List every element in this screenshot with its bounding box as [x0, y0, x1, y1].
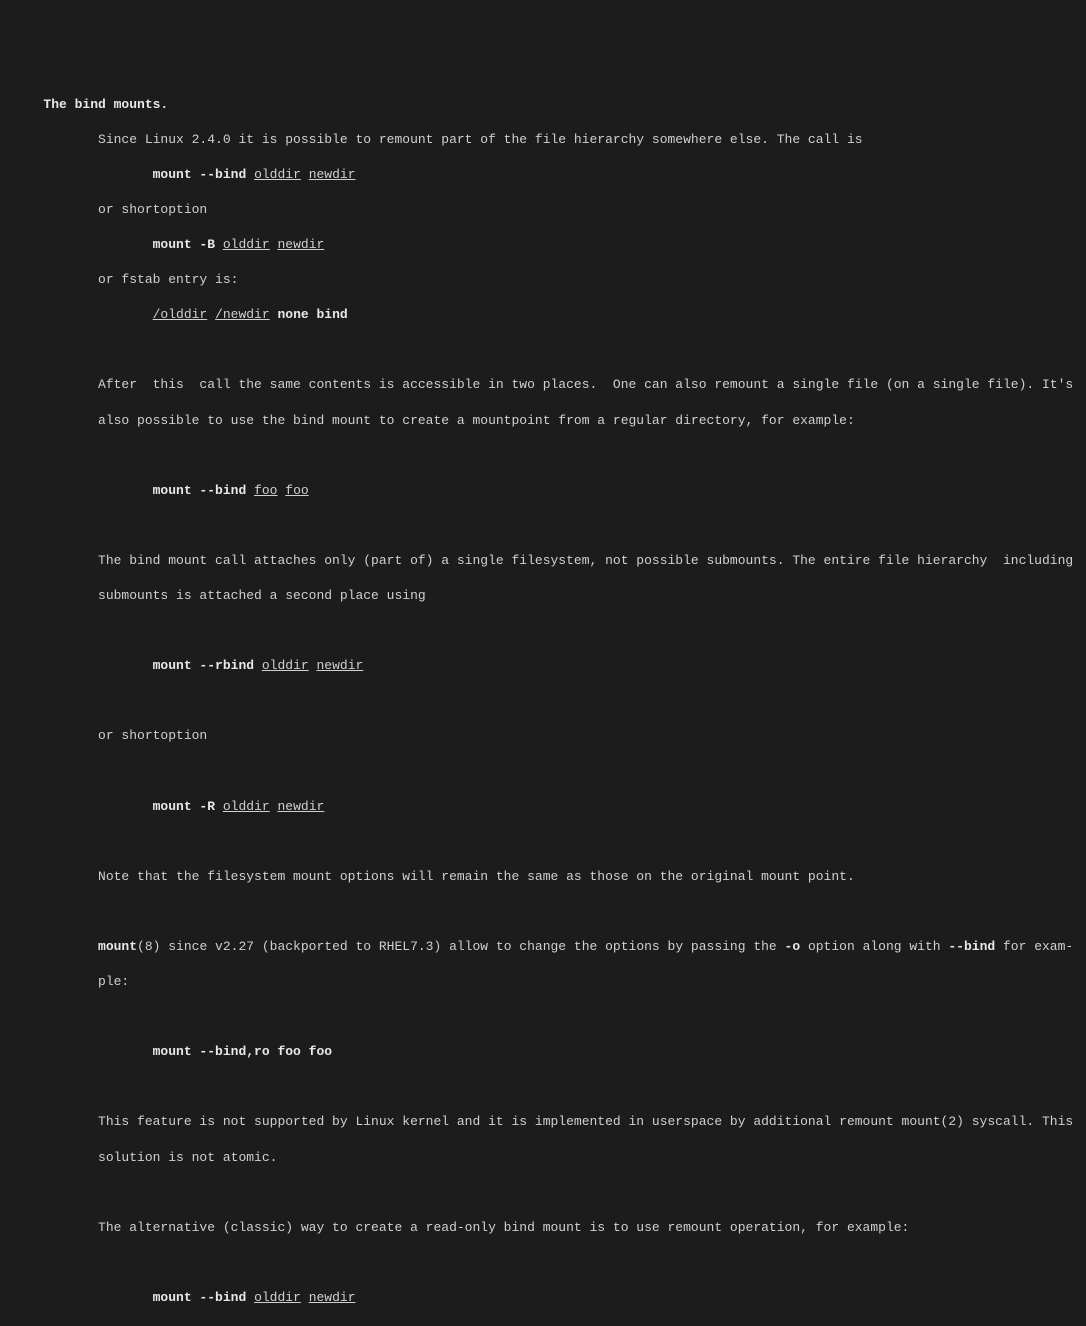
- blank-line: [20, 833, 1066, 851]
- blank-line: [20, 517, 1066, 535]
- command-example: mount --bind olddir newdir: [20, 1289, 1066, 1307]
- blank-line: [20, 622, 1066, 640]
- section-heading-text: The bind mounts.: [43, 97, 168, 112]
- command-example: mount -o remount,ro,bind olddir newdir: [20, 1324, 1066, 1326]
- command-example: mount --bind olddir newdir: [20, 166, 1066, 184]
- manpage-content: The bind mounts. Since Linux 2.4.0 it is…: [20, 78, 1066, 1326]
- blank-line: [20, 1184, 1066, 1202]
- blank-line: [20, 341, 1066, 359]
- paragraph: ple:: [20, 973, 1066, 991]
- paragraph: Note that the filesystem mount options w…: [20, 868, 1066, 886]
- command-example: mount -B olddir newdir: [20, 236, 1066, 254]
- blank-line: [20, 903, 1066, 921]
- command-example: /olddir /newdir none bind: [20, 306, 1066, 324]
- blank-line: [20, 1078, 1066, 1096]
- paragraph: This feature is not supported by Linux k…: [20, 1113, 1066, 1131]
- paragraph: The alternative (classic) way to create …: [20, 1219, 1066, 1237]
- command-example: mount --bind,ro foo foo: [20, 1043, 1066, 1061]
- blank-line: [20, 1254, 1066, 1272]
- paragraph: or fstab entry is:: [20, 271, 1066, 289]
- paragraph: or shortoption: [20, 201, 1066, 219]
- command-example: mount --rbind olddir newdir: [20, 657, 1066, 675]
- paragraph: solution is not atomic.: [20, 1149, 1066, 1167]
- paragraph: The bind mount call attaches only (part …: [20, 552, 1066, 570]
- blank-line: [20, 447, 1066, 465]
- paragraph: After this call the same contents is acc…: [20, 376, 1066, 394]
- paragraph: mount(8) since v2.27 (backported to RHEL…: [20, 938, 1066, 956]
- section-heading: The bind mounts.: [20, 96, 1066, 114]
- paragraph: or shortoption: [20, 727, 1066, 745]
- blank-line: [20, 763, 1066, 781]
- command-example: mount --bind foo foo: [20, 482, 1066, 500]
- paragraph: Since Linux 2.4.0 it is possible to remo…: [20, 131, 1066, 149]
- blank-line: [20, 1008, 1066, 1026]
- blank-line: [20, 692, 1066, 710]
- command-example: mount -R olddir newdir: [20, 798, 1066, 816]
- paragraph: also possible to use the bind mount to c…: [20, 412, 1066, 430]
- paragraph: submounts is attached a second place usi…: [20, 587, 1066, 605]
